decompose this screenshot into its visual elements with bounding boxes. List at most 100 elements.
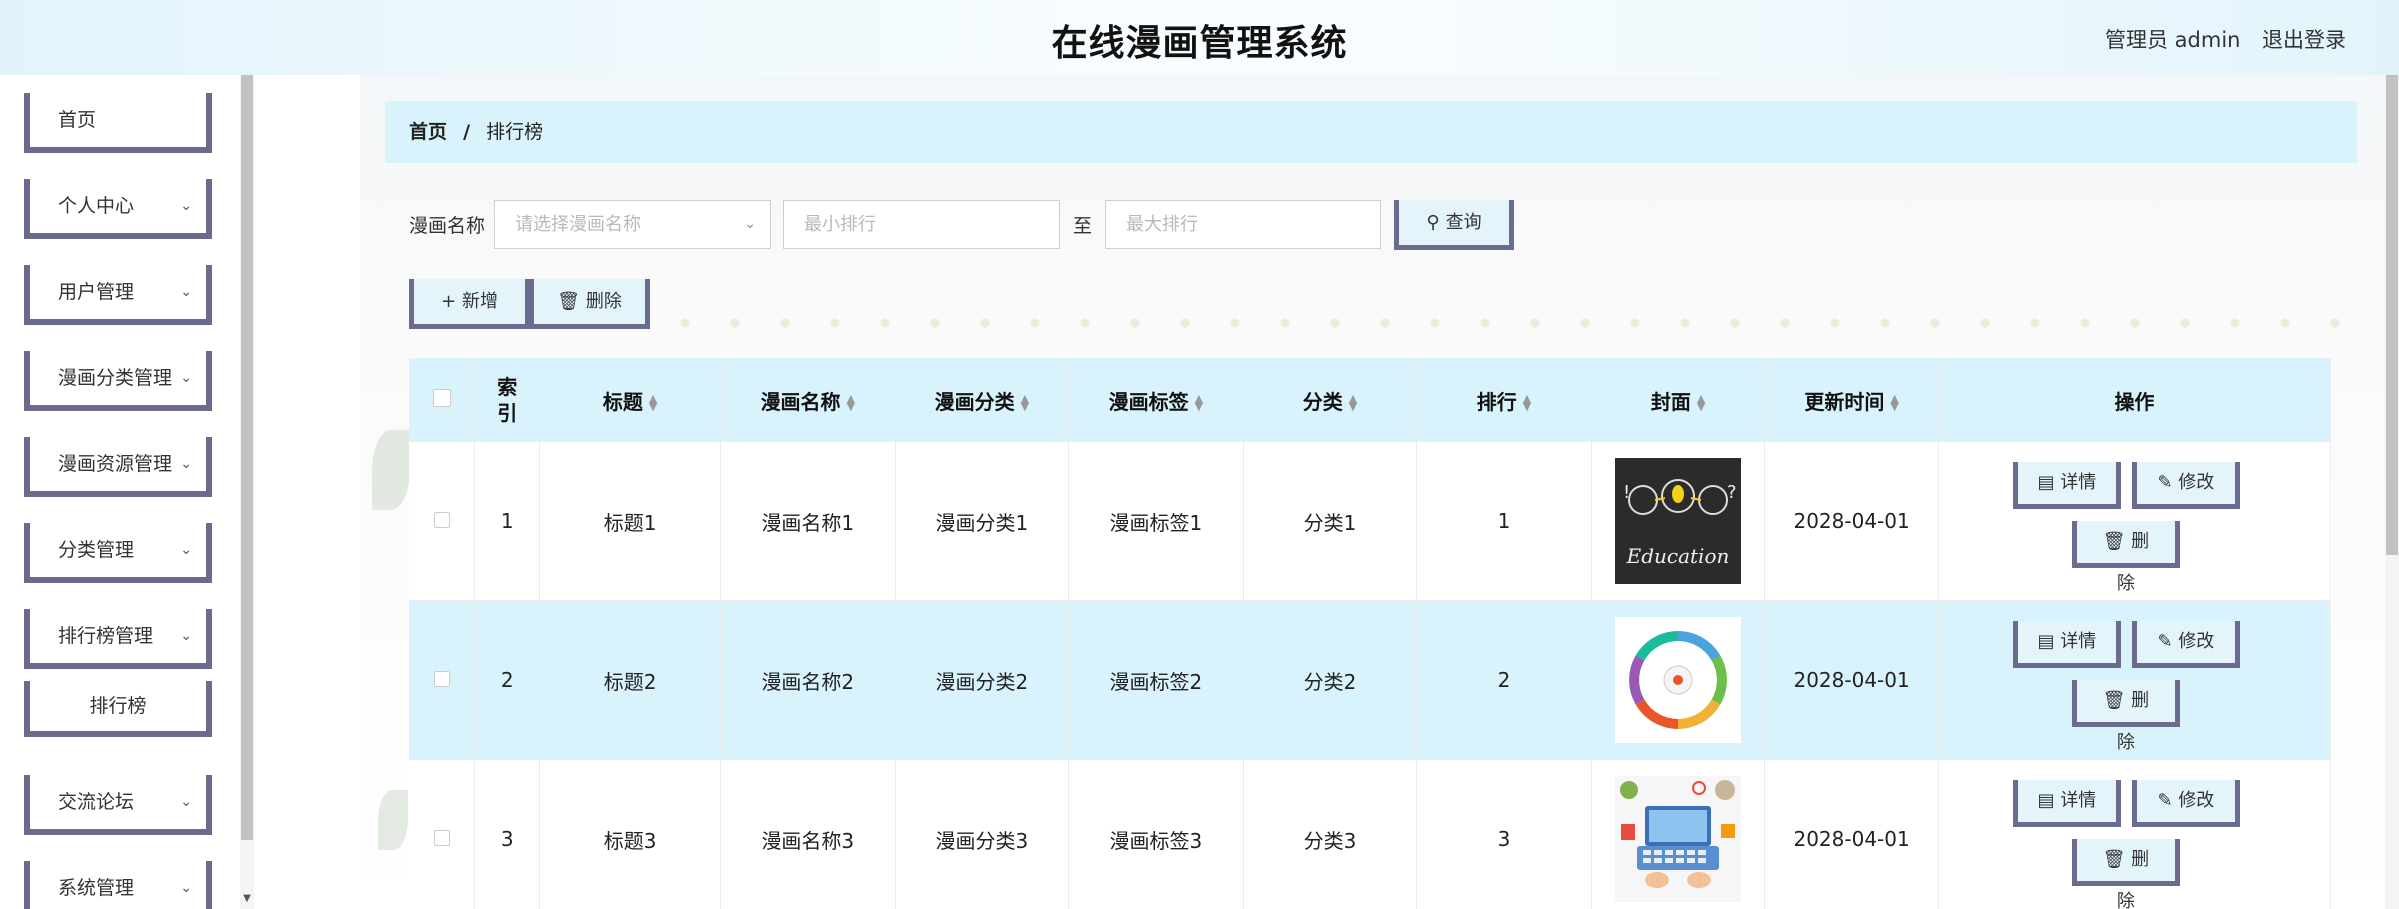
detail-button[interactable]: ▤ 详情 <box>2012 462 2121 509</box>
rank-cell: 2 <box>1416 600 1592 760</box>
sidebar-item-comic-resource[interactable]: 漫画资源管理 ⌄ <box>24 437 212 497</box>
sidebar-item-comic-category[interactable]: 漫画分类管理 ⌄ <box>24 351 212 411</box>
sidebar-item-home[interactable]: 首页 <box>24 93 212 153</box>
batch-delete-button[interactable]: 🗑 删除 <box>529 279 650 329</box>
delete-button[interactable]: 🗑 删除 <box>2071 680 2180 753</box>
row-checkbox[interactable] <box>433 830 450 846</box>
sort-icon[interactable]: ▲ ▼ <box>1021 393 1029 412</box>
select-all-checkbox[interactable] <box>432 389 451 407</box>
logout-link[interactable]: 退出登录 <box>2262 24 2346 54</box>
sidebar-item-ranking-management[interactable]: 排行榜管理 ⌄ <box>24 609 212 669</box>
scroll-down-arrow-icon[interactable]: ▼ <box>240 893 254 907</box>
trash-icon: 🗑 <box>2102 849 2126 870</box>
rank-cell: 1 <box>1416 442 1592 601</box>
cover-image-education[interactable]: Education ! ? <box>1615 458 1742 584</box>
index-cell: 1 <box>474 442 541 601</box>
cover-image-tech-wheel[interactable] <box>1615 617 1742 743</box>
select-all-cell[interactable] <box>409 358 476 442</box>
column-header[interactable]: 分类 ▲ ▼ <box>1243 358 1418 442</box>
column-header[interactable]: 更新时间 ▲ ▼ <box>1764 358 1939 442</box>
column-header[interactable]: 漫画名称 ▲ ▼ <box>720 358 896 442</box>
chevron-down-icon: ⌄ <box>744 216 756 232</box>
sidebar-item-label: 分类管理 <box>58 539 135 561</box>
chevron-down-icon: ⌄ <box>180 284 192 300</box>
top-header: 在线漫画管理系统 管理员 admin 退出登录 <box>0 0 2399 75</box>
table-row: 3 标题3 漫画名称3 漫画分类3 漫画标签3 分类3 3 2028-04-01… <box>409 759 2331 909</box>
add-button[interactable]: + 新增 <box>409 279 530 329</box>
sort-icon[interactable]: ▲ ▼ <box>1697 393 1705 412</box>
sidebar-item-system-management[interactable]: 系统管理 ⌄ <box>24 861 212 909</box>
svg-text:!: ! <box>1623 482 1630 503</box>
column-header[interactable]: 漫画标签 ▲ ▼ <box>1068 358 1244 442</box>
current-user: 管理员 admin <box>2105 28 2241 52</box>
sidebar-item-user-management[interactable]: 用户管理 ⌄ <box>24 265 212 325</box>
row-checkbox[interactable] <box>433 671 450 687</box>
sort-icon[interactable]: ▲ ▼ <box>1349 393 1357 412</box>
sidebar-item-label: 漫画分类管理 <box>58 367 173 389</box>
range-to-label: 至 <box>1073 215 1093 237</box>
sidebar-item-label: 漫画资源管理 <box>58 453 173 475</box>
column-header[interactable]: 排行 ▲ ▼ <box>1416 358 1592 442</box>
sidebar-scrollbar-thumb[interactable] <box>241 75 253 840</box>
query-button[interactable]: ⚲ 查询 <box>1394 200 1514 250</box>
comic-category-cell: 漫画分类1 <box>895 442 1070 601</box>
actions-cell: ▤ 详情 ✎ 修改 🗑 删除 <box>1938 759 2331 909</box>
index-cell: 3 <box>474 759 541 909</box>
row-checkbox[interactable] <box>433 512 450 528</box>
actions-cell: ▤ 详情 ✎ 修改 🗑 删除 <box>1938 600 2331 760</box>
chevron-down-icon: ⌄ <box>180 198 192 214</box>
column-header[interactable]: 封面 ▲ ▼ <box>1591 358 1766 442</box>
edit-button[interactable]: ✎ 修改 <box>2131 462 2240 509</box>
comic-name-cell: 漫画名称2 <box>720 600 896 760</box>
chevron-down-icon: ⌄ <box>180 456 192 472</box>
sort-icon[interactable]: ▲ ▼ <box>847 393 855 412</box>
cover-cell <box>1591 600 1766 760</box>
add-button-label: 新增 <box>462 291 499 312</box>
sort-icon[interactable]: ▲ ▼ <box>1195 393 1203 412</box>
column-header[interactable]: 漫画分类 ▲ ▼ <box>895 358 1070 442</box>
max-rank-input[interactable]: 最大排行 <box>1105 200 1381 249</box>
class-cell: 分类1 <box>1243 442 1418 601</box>
class-cell: 分类2 <box>1243 600 1418 760</box>
sidebar-item-personal-center[interactable]: 个人中心 ⌄ <box>24 179 212 239</box>
document-icon: ▤ <box>2037 472 2055 493</box>
sidebar-item-category-management[interactable]: 分类管理 ⌄ <box>24 523 212 583</box>
actions-cell: ▤ 详情 ✎ 修改 🗑 删除 <box>1938 442 2331 601</box>
update-time-cell: 2028-04-01 <box>1764 600 1939 760</box>
edit-button[interactable]: ✎ 修改 <box>2131 780 2240 827</box>
sort-icon[interactable]: ▲ ▼ <box>1523 393 1531 412</box>
main-scrollbar-thumb[interactable] <box>2386 75 2398 555</box>
row-select-cell[interactable] <box>409 759 476 909</box>
cover-image-laptop[interactable] <box>1615 776 1742 902</box>
chevron-down-icon: ⌄ <box>180 794 192 810</box>
sort-icon[interactable]: ▲ ▼ <box>649 393 657 412</box>
document-icon: ▤ <box>2037 790 2055 811</box>
column-header[interactable]: 标题 ▲ ▼ <box>539 358 722 442</box>
table-row: 2 标题2 漫画名称2 漫画分类2 漫画标签2 分类2 2 2028-04-01… <box>409 600 2331 760</box>
min-rank-input[interactable]: 最小排行 <box>783 200 1060 249</box>
update-time-cell: 2028-04-01 <box>1764 759 1939 909</box>
delete-button[interactable]: 🗑 删除 <box>2071 839 2180 909</box>
detail-button[interactable]: ▤ 详情 <box>2012 780 2121 827</box>
edit-button[interactable]: ✎ 修改 <box>2131 621 2240 668</box>
pencil-icon: ✎ <box>2157 631 2173 652</box>
dots-decoration <box>660 318 2360 328</box>
row-select-cell[interactable] <box>409 600 476 760</box>
sidebar-subitem-ranking[interactable]: 排行榜 <box>24 681 212 737</box>
comic-name-select[interactable]: 请选择漫画名称 ⌄ <box>494 200 771 249</box>
chevron-down-icon: ⌄ <box>180 370 192 386</box>
sidebar-item-label: 用户管理 <box>58 281 135 303</box>
sidebar-item-forum[interactable]: 交流论坛 ⌄ <box>24 775 212 835</box>
breadcrumb-home[interactable]: 首页 <box>409 121 447 143</box>
comic-tag-cell: 漫画标签2 <box>1068 600 1244 760</box>
title-cell: 标题2 <box>539 600 722 760</box>
comic-name-label: 漫画名称 <box>409 215 486 237</box>
breadcrumb-separator: / <box>463 121 471 143</box>
cover-cell: Education ! ? <box>1591 442 1766 601</box>
sort-icon[interactable]: ▲ ▼ <box>1890 393 1898 412</box>
detail-button[interactable]: ▤ 详情 <box>2012 621 2121 668</box>
row-select-cell[interactable] <box>409 442 476 601</box>
ranking-table: 索引 标题 ▲ ▼ 漫画名称 ▲ ▼ 漫画分类 ▲ ▼ 漫画标签 ▲ ▼ 分类 ▲ ▼ 排行 ▲ ▼ 封… <box>409 358 2331 909</box>
delete-button[interactable]: 🗑 删除 <box>2071 521 2180 594</box>
plus-icon: + <box>440 291 457 312</box>
